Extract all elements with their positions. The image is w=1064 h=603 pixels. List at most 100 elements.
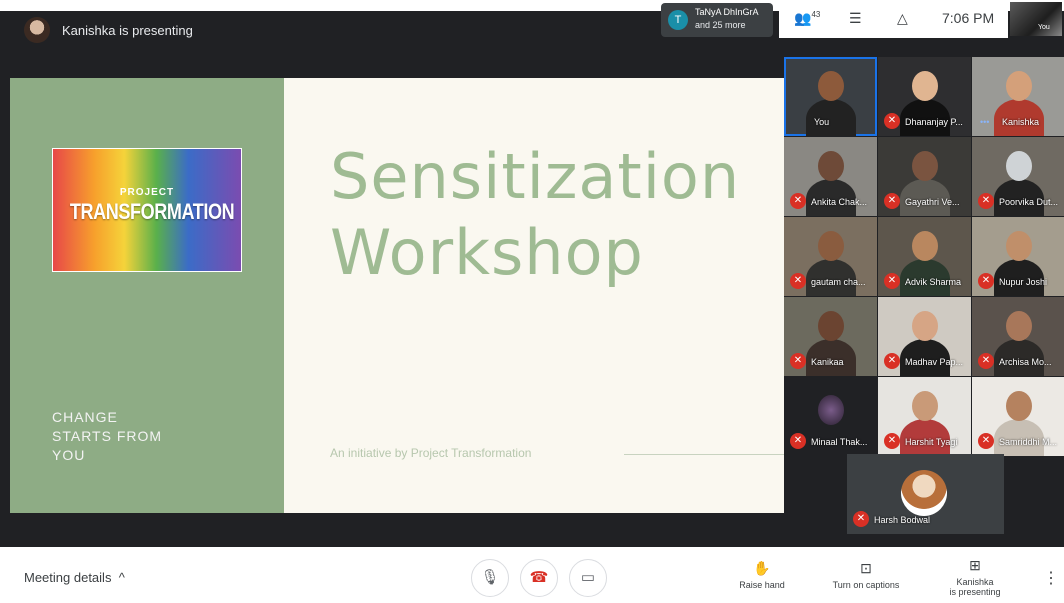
presenting-line1: Kanishka: [956, 577, 994, 587]
participant-name: Gayathri Ve...: [905, 197, 960, 207]
participant-tile[interactable]: ✕ Kanikaa: [784, 297, 877, 376]
participant-video: [805, 99, 856, 136]
participant-name: You: [814, 117, 830, 127]
mic-off-icon: ✕: [978, 433, 994, 449]
more-vert-icon[interactable]: ⋮: [1043, 568, 1059, 588]
slide-tagline: CHANGE STARTS FROM YOU: [52, 408, 162, 465]
chat-avatar: T: [668, 10, 688, 30]
participant-tile[interactable]: ✕ Archisa Mo...: [972, 297, 1064, 376]
participant-name: Ankita Chak...: [811, 197, 868, 207]
tagline-line: YOU: [52, 447, 86, 463]
captions-label: Turn on captions: [832, 580, 900, 590]
participant-face: [911, 311, 938, 341]
participant-name: Samriddhi M...: [999, 437, 1058, 447]
participant-face: [911, 391, 938, 421]
meeting-details-label: Meeting details: [24, 570, 112, 585]
participant-tile[interactable]: ✕ Nupur Joshi: [972, 217, 1064, 296]
participant-name: Nupur Joshi: [999, 277, 1048, 287]
mic-off-icon: ✕: [853, 511, 869, 527]
presenting-button[interactable]: ⊞ Kanishka is presenting: [930, 557, 1020, 597]
participant-tile[interactable]: ••• Kanishka: [972, 57, 1064, 136]
participant-tile[interactable]: You: [784, 57, 877, 136]
camera-icon: ▭: [580, 569, 596, 586]
participant-tile[interactable]: ✕ Dhananjay P...: [878, 57, 971, 136]
mic-off-icon: ✕: [884, 113, 900, 129]
participant-name: Kanishka: [1002, 117, 1040, 127]
slide-left-panel: PROJECT TRANSFORMATION CHANGE STARTS FRO…: [10, 78, 284, 513]
presenter-avatar: [24, 17, 50, 43]
slide-title-line2: Workshop: [330, 216, 644, 289]
camera-button[interactable]: ▭: [569, 559, 607, 597]
project-logo: PROJECT TRANSFORMATION: [52, 148, 242, 272]
bottom-control-bar: Meeting details ^ 🎙 ☎ ▭ ✋ Raise hand ⊡ T…: [0, 547, 1064, 603]
participant-name: Minaal Thak...: [811, 437, 868, 447]
people-icon: 👥: [794, 10, 812, 26]
clock: 7:06 PM: [942, 10, 995, 26]
participant-avatar: [817, 395, 844, 425]
participant-name: Advik Sharma: [905, 277, 962, 287]
mic-off-icon: ✕: [978, 193, 994, 209]
participant-face: [911, 151, 938, 181]
participant-name: gautam cha...: [811, 277, 866, 287]
mic-icon: 🎙: [480, 569, 500, 586]
participant-face: [911, 71, 938, 101]
meeting-details-button[interactable]: Meeting details ^: [24, 570, 125, 585]
presentation-slide: PROJECT TRANSFORMATION CHANGE STARTS FRO…: [10, 78, 784, 513]
participant-face: [1005, 311, 1032, 341]
participant-face: [1005, 231, 1032, 261]
participant-face: [911, 231, 938, 261]
chat-notification-chip[interactable]: T TaNyA DhInGrA and 25 more: [661, 3, 773, 37]
mic-off-icon: ✕: [790, 353, 806, 369]
chevron-up-icon: ^: [115, 570, 125, 585]
raise-hand-button[interactable]: ✋ Raise hand: [717, 560, 807, 590]
chat-icon: ☰: [849, 10, 862, 26]
tagline-line: STARTS FROM: [52, 428, 163, 444]
participant-tile[interactable]: ✕ Harsh Bodwal: [847, 454, 1004, 534]
participant-face: [817, 231, 844, 261]
participant-name: Archisa Mo...: [999, 357, 1052, 367]
participant-face: [817, 311, 844, 341]
participant-tile[interactable]: ✕ Harshit Tyagi: [878, 377, 971, 456]
people-button[interactable]: 👥43: [794, 10, 820, 27]
self-label: You: [1038, 24, 1050, 31]
participant-tile[interactable]: ✕ Advik Sharma: [878, 217, 971, 296]
participant-tile[interactable]: ✕ Gayathri Ve...: [878, 137, 971, 216]
participant-tile[interactable]: ✕ Madhav Pap...: [878, 297, 971, 376]
participant-face: [1005, 151, 1032, 181]
participant-name: Harsh Bodwal: [874, 515, 931, 525]
activities-button[interactable]: △: [897, 10, 908, 27]
presenter-label: Kanishka is presenting: [62, 23, 193, 38]
presenting-line2: is presenting: [949, 587, 1001, 597]
participant-count: 43: [811, 10, 821, 19]
mic-off-icon: ✕: [790, 273, 806, 289]
participant-face: [1005, 391, 1032, 421]
participant-face: [817, 151, 844, 181]
logo-line1: PROJECT: [119, 187, 175, 198]
participant-tile[interactable]: ✕ Ankita Chak...: [784, 137, 877, 216]
participant-face: [1005, 71, 1032, 101]
participant-name: Dhananjay P...: [905, 117, 963, 127]
participant-face: [817, 71, 844, 101]
captions-icon: ⊡: [860, 560, 872, 576]
mic-off-icon: ✕: [884, 273, 900, 289]
captions-button[interactable]: ⊡ Turn on captions: [821, 560, 911, 590]
hangup-icon: ☎: [529, 569, 549, 586]
raise-hand-label: Raise hand: [739, 580, 785, 590]
participant-tile[interactable]: ✕ gautam cha...: [784, 217, 877, 296]
slide-title-line1: Sensitization: [330, 140, 741, 213]
hangup-button[interactable]: ☎: [520, 559, 558, 597]
participant-name: Harshit Tyagi: [905, 437, 958, 447]
slide-initiative: An initiative by Project Transformation: [330, 446, 532, 460]
mic-off-icon: ✕: [884, 353, 900, 369]
participant-tile[interactable]: ✕ Poorvika Dut...: [972, 137, 1064, 216]
participant-tile[interactable]: ✕ Samriddhi M...: [972, 377, 1064, 456]
participant-name: Kanikaa: [811, 357, 844, 367]
mic-button[interactable]: 🎙: [471, 559, 509, 597]
chat-button[interactable]: ☰: [849, 10, 862, 27]
mic-off-icon: ✕: [978, 273, 994, 289]
participant-name: Poorvika Dut...: [999, 197, 1059, 207]
participant-tile[interactable]: ✕ Minaal Thak...: [784, 377, 877, 456]
mic-off-icon: ✕: [978, 353, 994, 369]
participant-name: Madhav Pap...: [905, 357, 964, 367]
self-view-thumbnail[interactable]: You: [1010, 2, 1062, 36]
